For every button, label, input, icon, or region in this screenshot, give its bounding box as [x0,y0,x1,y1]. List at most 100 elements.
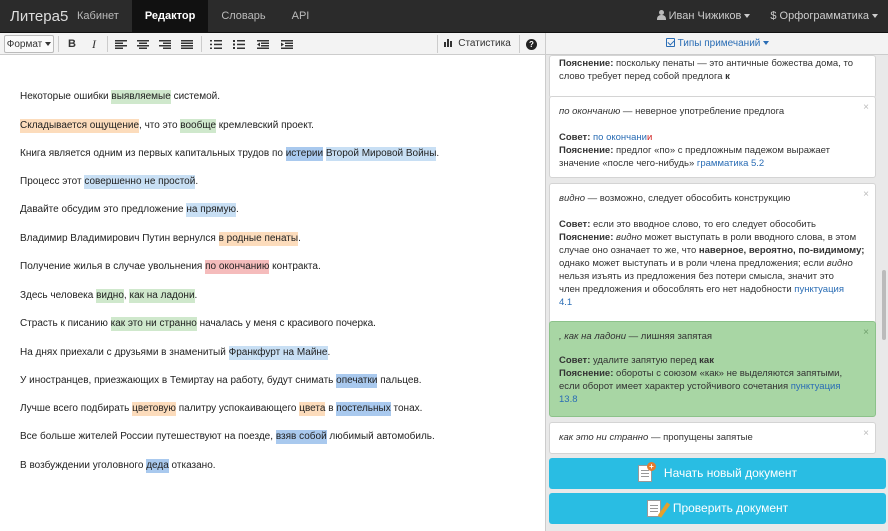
annotation-types-label: Типы примечаний [677,38,761,49]
highlighted-error[interactable]: совершенно не простой [84,175,196,189]
new-document-label: Начать новый документ [663,466,798,480]
editor-toolbar: Формат B I Статистика ? [0,33,545,55]
editor-paragraph[interactable]: Получение жилья в случае увольнения по о… [20,260,321,274]
nav-editor[interactable]: Редактор [131,0,209,33]
highlighted-error[interactable]: как это ни странно [110,317,197,331]
align-center-button[interactable] [133,35,153,53]
highlighted-error[interactable]: как на ладони [129,289,195,303]
editor-paragraph[interactable]: Страсть к писанию как это ни странно нач… [20,317,376,331]
annotation-line: 13.8 [559,393,866,406]
annotation-card[interactable]: ×, как на ладони — лишняя запятая Совет: … [549,321,876,417]
text-run: началась у меня с красивого почерка. [196,318,376,329]
rule-link[interactable]: по окончани [593,132,647,143]
annotation-card[interactable]: × по окончанию — неверное употребление пр… [549,96,876,178]
text-run: отказано. [168,460,216,471]
close-icon[interactable]: × [863,326,869,339]
highlighted-error[interactable]: Франкфурт на Майне [228,346,328,360]
rule-link[interactable]: грамматика 5.2 [697,158,764,169]
annotation-types-dropdown[interactable]: Типы примечаний [546,33,888,55]
annotations-scrollbar[interactable] [881,55,887,473]
highlighted-error[interactable]: истерии [285,147,324,161]
editor-paragraph[interactable]: В возбуждении уголовного деда отказано. [20,459,216,473]
highlighted-error[interactable]: опечатки [336,374,378,388]
text-run: контракта. [269,261,321,272]
editor-paragraph[interactable]: На днях приехали с друзьями в знаменитый… [20,346,330,360]
annotation-text: обороты с союзом «как» не выделяются зап… [613,368,843,379]
bullet-list-button[interactable] [206,35,226,53]
bar-chart-icon [444,39,453,47]
annotation-card[interactable]: Пояснение: поскольку пенаты — это античн… [549,55,876,98]
annotation-line: Пояснение: поскольку пенаты — это античн… [559,57,866,70]
annotation-text: случае оно означает то же, что [559,245,699,256]
check-document-button[interactable]: Проверить документ [549,493,886,524]
close-icon[interactable]: × [863,427,869,440]
numbered-list-button[interactable] [229,35,249,53]
annotation-text: предлог «по» с предложным падежом выража… [613,145,830,156]
editor-paragraph[interactable]: У иностранцев, приезжающих в Темиртау на… [20,374,422,388]
indent-button[interactable] [277,35,297,53]
new-document-button[interactable]: + Начать новый документ [549,458,886,489]
highlighted-error[interactable]: цветовую [132,402,176,416]
editor-paragraph[interactable]: Процесс этот совершенно не простой. [20,175,198,189]
editor-paragraph[interactable]: Некоторые ошибки выявляемые системой. [20,90,220,104]
annotation-card[interactable]: × как это ни странно — пропущены запятые [549,422,876,454]
text-run: Страсть к писанию [20,318,111,329]
editor-paragraph[interactable]: Лучше всего подбирать цветовую палитру у… [20,402,422,416]
highlighted-error[interactable]: деда [146,459,169,473]
annotation-title: видно — возможно, следует обособить конс… [559,192,866,205]
annotation-title-part: — неверное употребление предлога [620,106,785,117]
align-left-button[interactable] [111,35,131,53]
nav-api[interactable]: API [279,0,323,33]
text-run: . [195,176,199,187]
help-icon: ? [526,38,537,50]
outdent-button[interactable] [253,35,273,53]
annotation-line: слово требует перед собой предлога к [559,70,866,83]
editor-paragraph[interactable]: Владимир Владимирович Путин вернулся в р… [20,232,301,246]
scrollbar-thumb[interactable] [882,270,886,340]
annotation-text: член предложения и обособлять его нет на… [559,284,795,295]
editor-area[interactable]: Некоторые ошибки выявляемые системой. Скл… [0,56,545,531]
user-menu[interactable]: Иван Чижиков [647,0,761,33]
highlighted-error[interactable]: в родные пенаты [218,232,299,246]
text-run: любимый автомобиль. [326,431,435,442]
highlighted-error[interactable]: цвета [299,402,326,416]
rule-link[interactable]: 4.1 [559,297,572,308]
nav-dictionary[interactable]: Словарь [208,0,278,33]
format-dropdown[interactable]: Формат [4,35,54,53]
highlighted-error[interactable]: вообще [180,119,217,133]
highlighted-error[interactable]: по окончанию [205,260,270,274]
italic-button[interactable]: I [84,35,104,53]
rule-link[interactable]: пунктуация [794,284,844,295]
statistics-button[interactable]: Статистика [437,35,517,53]
caret-down-icon [45,42,52,47]
editor-paragraph[interactable]: Складывается ощущение, что это вообще кр… [20,119,314,133]
text-run: пальцев. [377,375,422,386]
highlighted-error[interactable]: видно [96,289,124,303]
editor-paragraph[interactable]: Давайте обсудим это предложение на пряму… [20,203,239,217]
rule-link[interactable]: 13.8 [559,394,578,405]
editor-paragraph[interactable]: Здесь человека видно, как на ладони. [20,289,197,303]
text-run: палитру успокаивающего [175,403,300,414]
brand-logo[interactable]: Литера5 [10,0,68,33]
help-button[interactable]: ? [519,35,543,53]
text-run: Некоторые ошибки [20,91,112,102]
spell-menu[interactable]: $ Орфограмматика [760,0,888,33]
numbered-list-icon [233,39,245,49]
highlighted-error[interactable]: постельных [336,402,391,416]
align-right-button[interactable] [155,35,175,53]
bold-button[interactable]: B [62,35,82,53]
text-run: . [327,347,331,358]
align-justify-button[interactable] [177,35,197,53]
editor-paragraph[interactable]: Книга является одним из первых капитальн… [20,147,439,161]
main-nav: Кабинет Редактор Словарь API [64,0,322,33]
close-icon[interactable]: × [863,188,869,201]
nav-cabinet[interactable]: Кабинет [64,0,132,33]
highlighted-error[interactable]: выявляемые [111,90,171,104]
highlighted-error[interactable]: Складывается ощущение [20,119,140,133]
rule-link[interactable]: пунктуация [791,381,841,392]
highlighted-error[interactable]: на прямую [186,203,236,217]
highlighted-error[interactable]: взяв собой [275,430,327,444]
highlighted-error[interactable]: Второй Мировой Войны [325,147,437,161]
close-icon[interactable]: × [863,101,869,114]
editor-paragraph[interactable]: Все больше жителей России путешествуют н… [20,430,435,444]
